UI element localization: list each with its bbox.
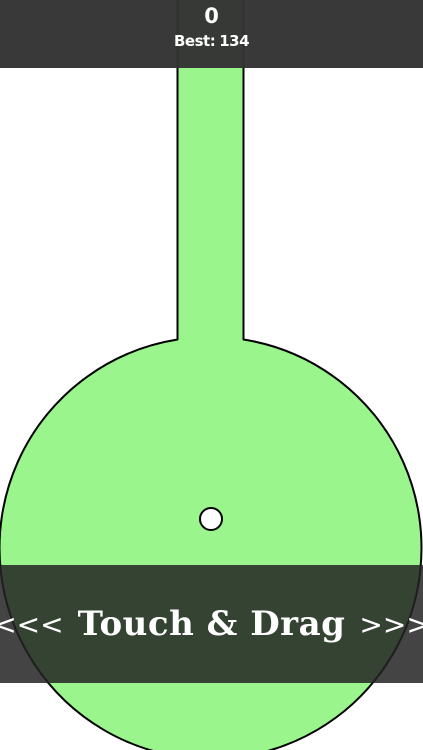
- ball[interactable]: [199, 507, 223, 531]
- right-arrows: >>>: [359, 607, 423, 641]
- score-counter: 0: [204, 4, 219, 28]
- banner-content: <<< Touch & Drag >>>: [0, 565, 423, 683]
- best-score-value: 134: [219, 32, 250, 50]
- instruction-title: Touch & Drag: [77, 604, 346, 644]
- top-hud-bar: 0 Best: 134: [0, 0, 423, 68]
- best-score-label: Best:: [173, 32, 216, 50]
- left-arrows: <<<: [0, 607, 64, 641]
- best-score: Best: 134: [0, 31, 423, 51]
- touch-drag-banner[interactable]: <<< Touch & Drag >>>: [0, 565, 423, 683]
- game-screen[interactable]: 0 Best: 134 <<< Touch & Drag >>>: [0, 0, 423, 750]
